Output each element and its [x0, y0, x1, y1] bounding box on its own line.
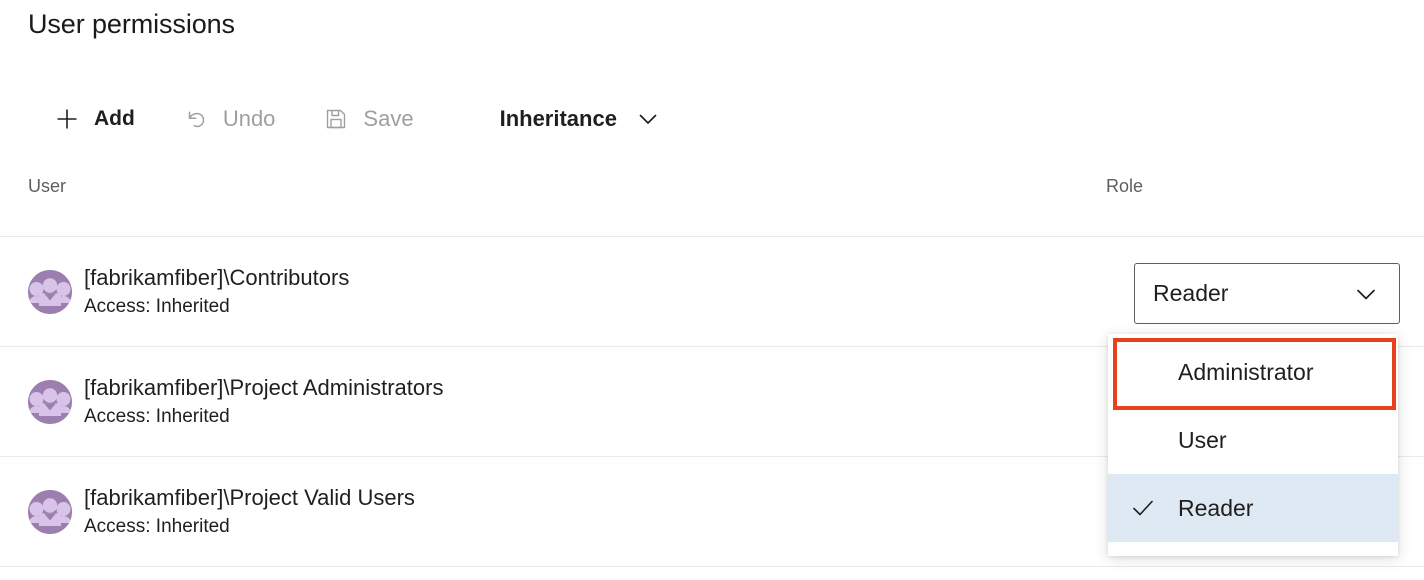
save-button-label: Save	[363, 106, 414, 131]
table-column-headers: User Role	[0, 176, 1424, 236]
row-user-text: [fabrikamfiber]\Project Administrators A…	[84, 373, 443, 431]
column-header-user: User	[28, 176, 67, 196]
role-option-reader[interactable]: Reader	[1108, 474, 1398, 542]
role-dropdown-menu: Administrator User Reader	[1108, 334, 1398, 556]
row-user-text: [fabrikamfiber]\Project Valid Users Acce…	[84, 483, 415, 541]
add-button[interactable]: Add	[44, 97, 145, 141]
row-user-text: [fabrikamfiber]\Contributors Access: Inh…	[84, 263, 349, 321]
role-option-label: Administrator	[1178, 358, 1314, 385]
row-user-access: Access: Inherited	[84, 296, 230, 317]
row-user-cell: [fabrikamfiber]\Project Administrators A…	[28, 347, 443, 457]
chevron-down-icon	[1353, 281, 1399, 307]
row-user-name: [fabrikamfiber]\Project Valid Users	[84, 485, 415, 510]
toolbar: Add Undo Save Inheritance	[44, 95, 699, 143]
role-option-user[interactable]: User	[1108, 406, 1398, 474]
row-divider	[0, 566, 1424, 567]
save-button[interactable]: Save	[313, 97, 423, 141]
group-avatar-icon	[28, 490, 72, 534]
page-title: User permissions	[28, 9, 235, 39]
plus-icon	[54, 106, 80, 132]
row-user-cell: [fabrikamfiber]\Contributors Access: Inh…	[28, 237, 349, 347]
save-icon	[323, 106, 349, 132]
role-selected-value: Reader	[1153, 280, 1229, 306]
role-option-label: Reader	[1178, 494, 1254, 521]
checkmark-icon	[1108, 495, 1178, 521]
row-user-access: Access: Inherited	[84, 516, 230, 537]
row-user-access: Access: Inherited	[84, 406, 230, 427]
undo-button-label: Undo	[222, 106, 276, 131]
chevron-down-icon	[635, 106, 661, 132]
row-user-cell: [fabrikamfiber]\Project Valid Users Acce…	[28, 457, 415, 567]
column-header-role: Role	[1106, 176, 1144, 196]
role-dropdown-button[interactable]: Reader	[1134, 263, 1400, 324]
group-avatar-icon	[28, 270, 72, 314]
undo-icon	[183, 106, 209, 132]
group-avatar-icon	[28, 380, 72, 424]
inheritance-label: Inheritance	[499, 106, 617, 131]
inheritance-menu-button[interactable]: Inheritance	[490, 97, 671, 141]
add-button-label: Add	[94, 107, 135, 130]
role-option-administrator[interactable]: Administrator	[1108, 338, 1398, 406]
row-user-name: [fabrikamfiber]\Project Administrators	[84, 375, 444, 400]
undo-button[interactable]: Undo	[173, 97, 286, 141]
row-user-name: [fabrikamfiber]\Contributors	[84, 265, 350, 290]
role-option-label: User	[1178, 426, 1227, 453]
